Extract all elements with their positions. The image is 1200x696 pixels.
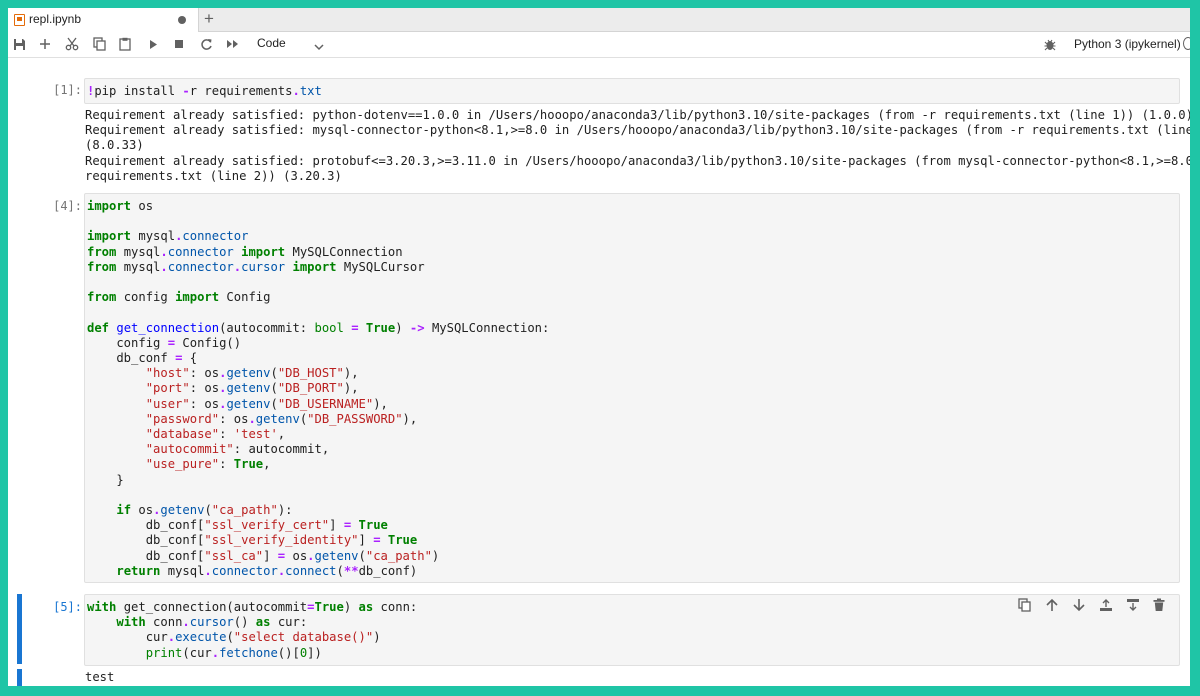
save-icon[interactable] <box>8 32 30 56</box>
cell-type-select[interactable]: Code <box>257 36 286 50</box>
add-icon[interactable] <box>34 32 56 56</box>
cell-prompt: [4]: <box>53 199 82 213</box>
fast-forward-icon[interactable] <box>221 32 243 56</box>
kernel-name[interactable]: Python 3 (ipykernel) <box>1074 37 1181 51</box>
cell-output: Requirement already satisfied: python-do… <box>85 108 1190 183</box>
active-cell-output-collapser[interactable] <box>17 669 22 686</box>
delete-icon[interactable] <box>1153 598 1165 617</box>
cell-output: test <box>85 670 115 684</box>
cell-source: !pip install -r requirements.txt <box>87 84 322 98</box>
tab-repl-ipynb[interactable]: repl.ipynb <box>8 8 199 32</box>
cut-icon[interactable] <box>61 32 83 56</box>
paste-icon[interactable] <box>114 32 136 56</box>
cell-prompt: [1]: <box>53 83 82 97</box>
restart-icon[interactable] <box>195 32 217 56</box>
run-icon[interactable] <box>142 32 164 56</box>
kernel-status-icon <box>1183 37 1190 50</box>
code-cell-editor[interactable]: with get_connection(autocommit=True) as … <box>84 594 1180 666</box>
tab-bar: repl.ipynb + <box>8 8 1190 32</box>
cell-source: import os import mysql.connector from my… <box>87 199 550 578</box>
move-up-icon[interactable] <box>1045 598 1059 617</box>
debugger-bug-icon[interactable] <box>1044 38 1056 56</box>
notebook-toolbar: Code Python 3 (ipykernel) <box>8 32 1190 58</box>
new-tab-button[interactable]: + <box>198 8 220 31</box>
insert-above-icon[interactable] <box>1099 598 1113 617</box>
move-down-icon[interactable] <box>1072 598 1086 617</box>
insert-below-icon[interactable] <box>1126 598 1140 617</box>
copy-icon[interactable] <box>88 32 110 56</box>
notebook-window: repl.ipynb + Code Python 3 (ipykernel) [… <box>8 8 1190 686</box>
tab-label: repl.ipynb <box>29 12 82 26</box>
cell-source: with get_connection(autocommit=True) as … <box>87 600 418 660</box>
duplicate-icon[interactable] <box>1018 598 1032 617</box>
code-cell-editor[interactable]: import os import mysql.connector from my… <box>84 193 1180 583</box>
code-cell-editor[interactable]: !pip install -r requirements.txt <box>84 78 1180 104</box>
unsaved-dot-icon[interactable] <box>178 16 186 24</box>
cell-prompt: [5]: <box>53 600 82 614</box>
stop-icon[interactable] <box>168 32 190 56</box>
active-cell-input-collapser[interactable] <box>17 594 22 664</box>
chevron-down-icon[interactable] <box>314 38 324 56</box>
notebook-file-icon <box>14 14 25 26</box>
